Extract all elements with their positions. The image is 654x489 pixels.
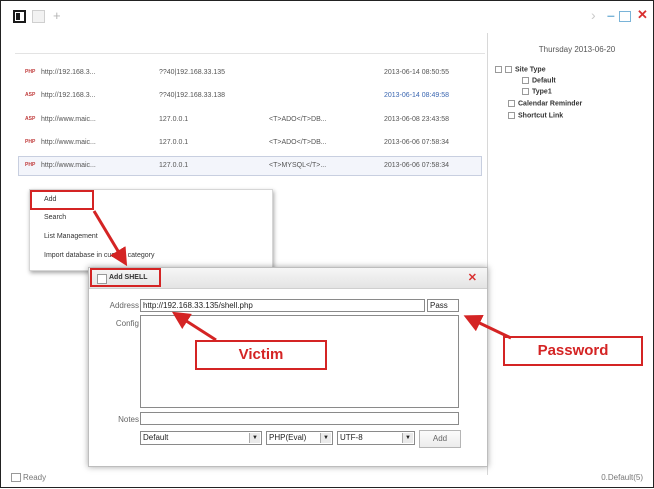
table-row[interactable]: PHP http://www.maic... 127.0.0.1 <T>MYSQ… <box>18 156 482 176</box>
row-url: http://www.maic... <box>41 139 96 146</box>
row-ip: ??40|192.168.33.138 <box>159 92 226 99</box>
table-row[interactable]: PHP http://www.maic... 127.0.0.1 <T>ADO<… <box>19 134 481 152</box>
row-data: <T>MYSQL</T>... <box>269 162 327 169</box>
row-time: 2013-06-06 07:58:34 <box>384 162 449 169</box>
calendar-icon <box>508 100 515 107</box>
chevron-down-icon[interactable]: ▼ <box>320 433 331 443</box>
status-text: Ready <box>23 473 47 482</box>
table-row[interactable]: ASP http://192.168.3... ??40|192.168.33.… <box>19 87 481 105</box>
new-tab-plus-icon[interactable]: + <box>53 8 61 23</box>
encoding-value: UTF-8 <box>340 433 363 442</box>
address-field[interactable]: http://192.168.33.135/shell.php <box>140 299 425 312</box>
row-url: http://192.168.3... <box>41 92 96 99</box>
row-time: 2013-06-06 07:58:34 <box>384 139 449 146</box>
close-icon[interactable]: ✕ <box>468 271 477 284</box>
category-icon <box>522 77 529 84</box>
row-url: http://www.maic... <box>41 116 96 123</box>
row-ip: ??40|192.168.33.135 <box>159 69 226 76</box>
maximize-icon[interactable] <box>619 11 631 22</box>
row-ip: 127.0.0.1 <box>159 139 189 146</box>
folder-icon <box>505 66 512 73</box>
script-type-value: PHP(Eval) <box>269 433 307 442</box>
row-url: http://www.maic... <box>41 162 96 169</box>
encoding-select[interactable]: UTF-8 ▼ <box>337 431 415 445</box>
minimize-icon[interactable]: – <box>607 7 615 23</box>
category-select-value: Default <box>143 433 169 442</box>
add-highlight-box <box>30 190 94 210</box>
row-data: <T>ADO</T>DB... <box>269 139 327 146</box>
asp-file-icon: ASP <box>25 116 36 122</box>
chevron-down-icon[interactable]: ▼ <box>402 433 413 443</box>
category-select[interactable]: Default ▼ <box>140 431 262 445</box>
tree-item-calendar[interactable]: Calendar Reminder <box>508 100 582 107</box>
table-row[interactable]: ASP http://www.maic... 127.0.0.1 <T>ADO<… <box>19 111 481 129</box>
row-ip: 127.0.0.1 <box>159 162 189 169</box>
tree-label: Default <box>532 77 556 85</box>
menu-item-search[interactable]: Search <box>44 214 66 221</box>
chevron-down-icon[interactable]: ▼ <box>249 433 260 443</box>
row-data: <T>ADO</T>DB... <box>269 116 327 123</box>
row-ip: 127.0.0.1 <box>159 116 189 123</box>
link-icon <box>508 112 515 119</box>
asp-file-icon: ASP <box>25 92 36 98</box>
row-time: 2013-06-14 08:49:58 <box>384 92 449 99</box>
list-header <box>15 39 485 54</box>
app-window: + › – ✕ PHP http://192.168.3... ??40|192… <box>0 0 654 488</box>
address-label: Address <box>109 301 139 310</box>
tree-item-type1[interactable]: Type1 <box>522 88 552 95</box>
status-icon <box>11 473 21 483</box>
tree-item-default[interactable]: Default <box>522 77 556 84</box>
script-type-select[interactable]: PHP(Eval) ▼ <box>266 431 333 445</box>
password-field[interactable]: Pass <box>427 299 459 312</box>
chevron-right-icon[interactable]: › <box>591 7 596 23</box>
status-count: 0.Default(5) <box>601 473 643 482</box>
title-highlight-box <box>90 268 161 287</box>
php-file-icon: PHP <box>25 69 36 75</box>
status-ready: Ready <box>11 473 47 483</box>
menu-item-import-database[interactable]: Import database in current category <box>44 252 155 259</box>
tab-secondary[interactable] <box>32 10 45 23</box>
notes-label: Notes <box>118 415 139 424</box>
tab-main[interactable] <box>13 10 26 23</box>
menu-item-list-management[interactable]: List Management <box>44 233 98 240</box>
victim-callout: Victim <box>195 340 327 370</box>
row-time: 2013-06-08 23:43:58 <box>384 116 449 123</box>
tree-label: Site Type <box>515 66 546 74</box>
php-file-icon: PHP <box>25 139 36 145</box>
add-button[interactable]: Add <box>419 430 461 448</box>
notes-field[interactable] <box>140 412 459 425</box>
row-url: http://192.168.3... <box>41 69 96 76</box>
password-callout: Password <box>503 336 643 366</box>
date-label: Thursday 2013-06-20 <box>538 45 616 54</box>
title-bar: + › – ✕ <box>1 1 653 33</box>
category-icon <box>522 88 529 95</box>
table-row[interactable]: PHP http://192.168.3... ??40|192.168.33.… <box>19 64 481 82</box>
config-label: Config <box>115 319 139 328</box>
php-file-icon: PHP <box>25 162 36 168</box>
close-icon[interactable]: ✕ <box>637 7 648 23</box>
tree-label: Type1 <box>532 88 552 96</box>
tree-label: Calendar Reminder <box>518 100 583 108</box>
tree-label: Shortcut Link <box>518 112 564 120</box>
row-time: 2013-06-14 08:50:55 <box>384 69 449 76</box>
tree-item-site-type[interactable]: Site Type <box>495 66 546 73</box>
collapse-icon[interactable] <box>495 66 502 73</box>
tree-item-shortcut[interactable]: Shortcut Link <box>508 112 563 119</box>
